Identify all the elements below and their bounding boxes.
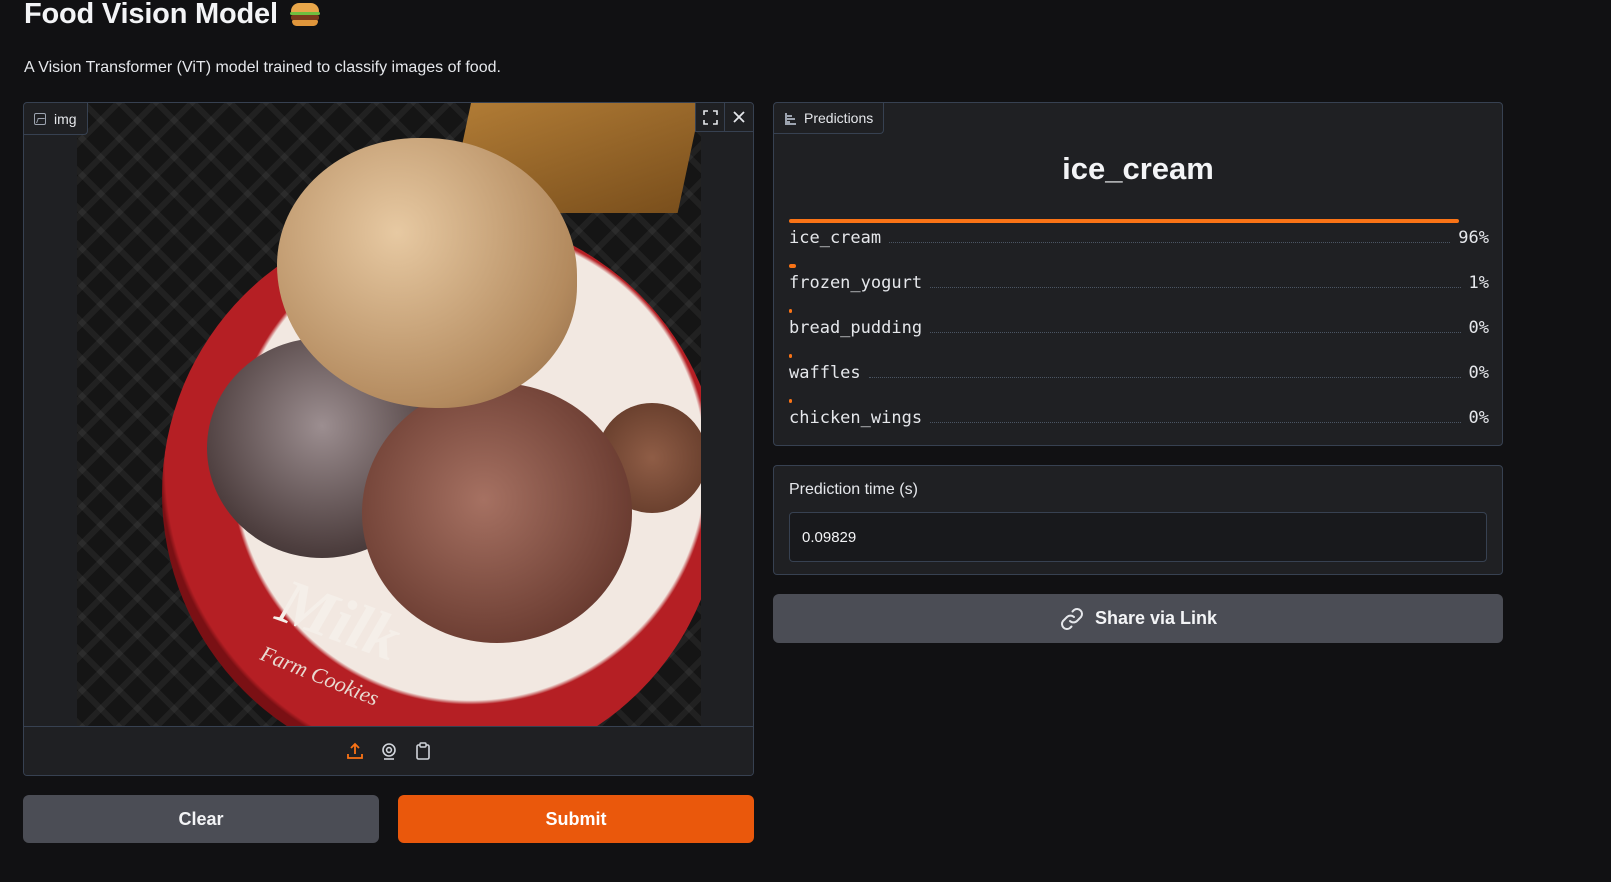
image-input-label: img: [24, 103, 88, 135]
image-toolbar: [695, 103, 753, 132]
confidence-percent: 0%: [1468, 318, 1489, 338]
confidence-row: frozen_yogurt 1%: [789, 262, 1489, 307]
confidence-percent: 0%: [1468, 408, 1489, 428]
top-prediction: ice_cream: [1062, 151, 1214, 186]
predictions-label-text: Predictions: [804, 110, 874, 126]
link-icon: [1060, 607, 1083, 630]
app-page: Food Vision Model A Vision Transformer (…: [0, 0, 1611, 882]
clear-button[interactable]: Clear: [23, 795, 379, 843]
confidence-bar: [789, 264, 796, 268]
confidence-bar: [789, 399, 792, 403]
confidence-label: chicken_wings: [789, 408, 923, 428]
webcam-icon[interactable]: [379, 741, 399, 761]
confidence-text: ice_cream 96%: [789, 228, 1489, 248]
page-title: Food Vision Model: [24, 0, 320, 32]
confidence-text: waffles 0%: [789, 363, 1489, 383]
confidence-text: frozen_yogurt 1%: [789, 273, 1489, 293]
confidence-label: bread_pudding: [789, 318, 923, 338]
confidence-bar: [789, 309, 792, 313]
confidence-percent: 96%: [1458, 228, 1489, 248]
confidence-row: chicken_wings 0%: [789, 397, 1489, 442]
image-input-label-text: img: [54, 110, 77, 127]
confidence-bar: [789, 354, 792, 358]
hamburger-icon: [289, 1, 320, 27]
confidence-text: chicken_wings 0%: [789, 408, 1489, 428]
close-icon[interactable]: [724, 103, 753, 132]
image-source-bar: [24, 726, 753, 775]
fullscreen-icon[interactable]: [695, 103, 724, 132]
predictions-label: Predictions: [774, 103, 885, 134]
confidence-text: bread_pudding 0%: [789, 318, 1489, 338]
confidence-row: waffles 0%: [789, 352, 1489, 397]
confidence-list: ice_cream 96% frozen_yogurt 1% bread_pudding…: [789, 217, 1489, 442]
bar-chart-icon: [784, 112, 796, 125]
confidence-percent: 1%: [1468, 273, 1489, 293]
predictions-panel: Predictions ice_cream ice_cream 96% frozen…: [773, 102, 1503, 446]
confidence-label: waffles: [789, 363, 861, 383]
page-title-text: Food Vision Model: [24, 0, 278, 30]
confidence-label: ice_cream: [789, 228, 882, 248]
confidence-row: bread_pudding 0%: [789, 307, 1489, 352]
upload-icon[interactable]: [345, 741, 365, 761]
confidence-row: ice_cream 96%: [789, 217, 1489, 262]
image-input[interactable]: img Milk Farm Cookies: [23, 102, 754, 776]
confidence-percent: 0%: [1468, 363, 1489, 383]
page-description: A Vision Transformer (ViT) model trained…: [24, 59, 501, 76]
uploaded-photo: Milk Farm Cookies: [77, 103, 701, 726]
prediction-time-label: Prediction time (s): [789, 481, 918, 498]
prediction-time-field[interactable]: 0.09829: [789, 512, 1487, 562]
prediction-time-panel: Prediction time (s) 0.09829: [773, 465, 1503, 575]
image-icon: [34, 112, 46, 125]
submit-button[interactable]: Submit: [398, 795, 754, 843]
share-button-label: Share via Link: [1094, 608, 1218, 628]
confidence-bar: [789, 219, 1459, 223]
clipboard-icon[interactable]: [413, 741, 433, 761]
confidence-label: frozen_yogurt: [789, 273, 923, 293]
share-button[interactable]: Share via Link: [773, 594, 1503, 643]
